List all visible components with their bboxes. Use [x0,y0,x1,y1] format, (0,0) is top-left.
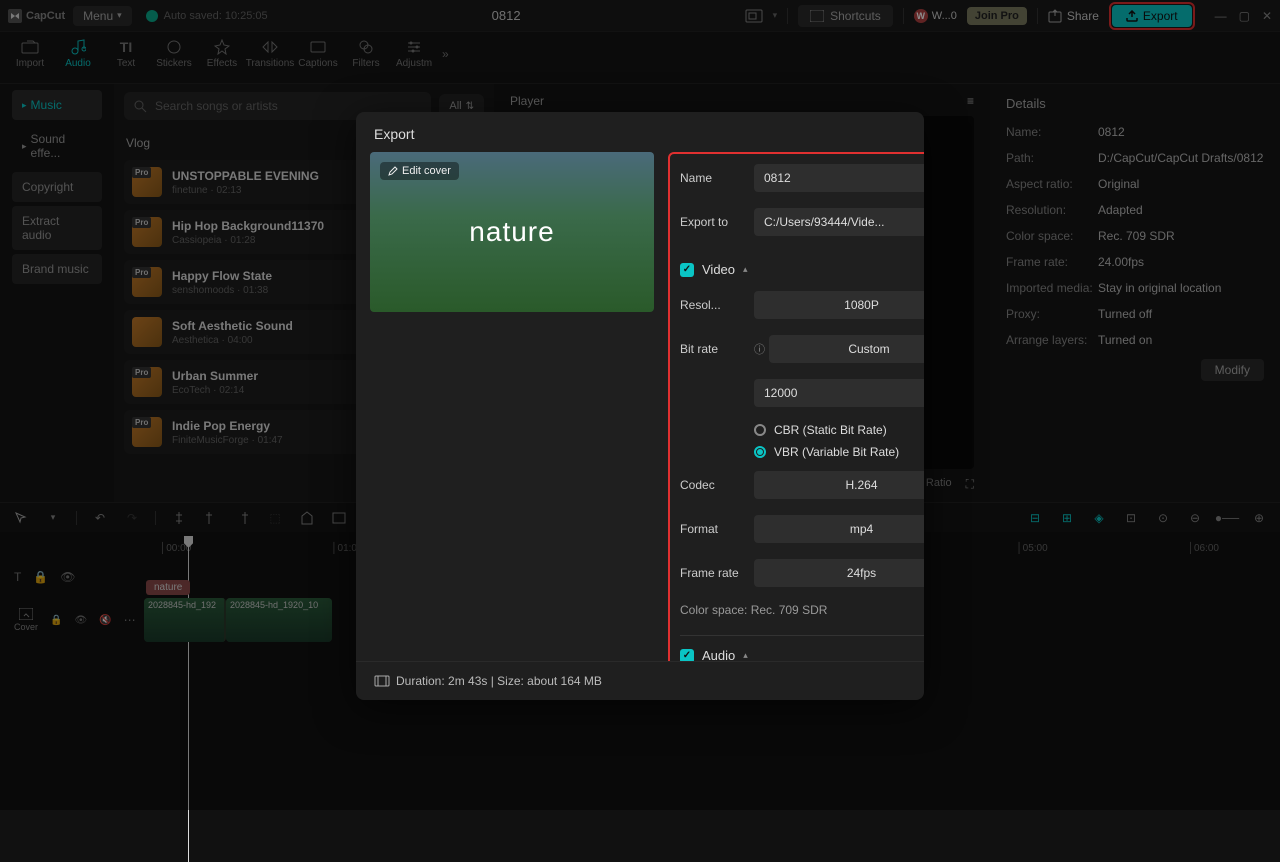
cover-column: Edit cover nature [370,152,654,661]
cover-text: nature [469,216,554,248]
cbr-label: CBR (Static Bit Rate) [774,423,887,437]
duration-text: Duration: 2m 43s | Size: about 164 MB [374,674,906,688]
video-section-label: Video [702,262,735,277]
pencil-icon [388,166,398,176]
resolution-value: 1080P [844,298,879,312]
audio-section-label: Audio [702,648,735,661]
collapse-icon[interactable]: ▴ [743,650,748,661]
bitrate-label: Bit rate [680,342,750,356]
bitrate-dropdown[interactable]: Custom [769,335,924,363]
exportto-label: Export to [680,215,750,229]
audio-checkbox[interactable]: ✓ [680,649,694,662]
modal-title: Export [356,112,924,152]
format-value: mp4 [850,522,873,536]
vbr-radio-row[interactable]: VBR (Variable Bit Rate) [680,445,924,459]
edit-cover-label: Edit cover [402,165,451,177]
duration-label: Duration: 2m 43s | Size: about 164 MB [396,674,602,688]
divider [680,635,924,636]
audio-section-header[interactable]: ✓ Audio ▴ [680,648,924,661]
vbr-radio[interactable] [754,446,766,458]
form-scroll[interactable]: ✓ Video ▴ Resol... 1080P Bit rate ⓘ Cust… [680,252,924,661]
edit-cover-button[interactable]: Edit cover [380,162,459,180]
resolution-dropdown[interactable]: 1080P [754,291,924,319]
resolution-label: Resol... [680,298,750,312]
export-modal: Export Edit cover nature Name Export to [356,112,924,700]
name-label: Name [680,171,750,185]
format-dropdown[interactable]: mp4 [754,515,924,543]
colorspace-text: Color space: Rec. 709 SDR [680,603,924,617]
form-highlight: Name Export to ✓ Video ▴ Resol... [668,152,924,661]
codec-dropdown[interactable]: H.264 [754,471,924,499]
name-input[interactable] [754,164,924,192]
framerate-value: 24fps [847,566,876,580]
cover-preview: Edit cover nature [370,152,654,312]
collapse-icon[interactable]: ▴ [743,264,748,275]
film-icon [374,675,390,687]
video-section-header[interactable]: ✓ Video ▴ [680,262,924,277]
form-column: Name Export to ✓ Video ▴ Resol... [668,152,924,661]
codec-value: H.264 [845,478,877,492]
framerate-label: Frame rate [680,566,750,580]
codec-label: Codec [680,478,750,492]
cbr-radio[interactable] [754,424,766,436]
bitrate-value: Custom [848,342,889,356]
video-checkbox[interactable]: ✓ [680,263,694,277]
vbr-label: VBR (Variable Bit Rate) [774,445,899,459]
modal-footer: Duration: 2m 43s | Size: about 164 MB [356,661,924,700]
framerate-dropdown[interactable]: 24fps [754,559,924,587]
bitrate-number-input[interactable] [754,379,924,407]
exportto-input[interactable] [754,208,924,236]
format-label: Format [680,522,750,536]
info-icon[interactable]: ⓘ [754,341,765,357]
cbr-radio-row[interactable]: CBR (Static Bit Rate) [680,423,924,437]
